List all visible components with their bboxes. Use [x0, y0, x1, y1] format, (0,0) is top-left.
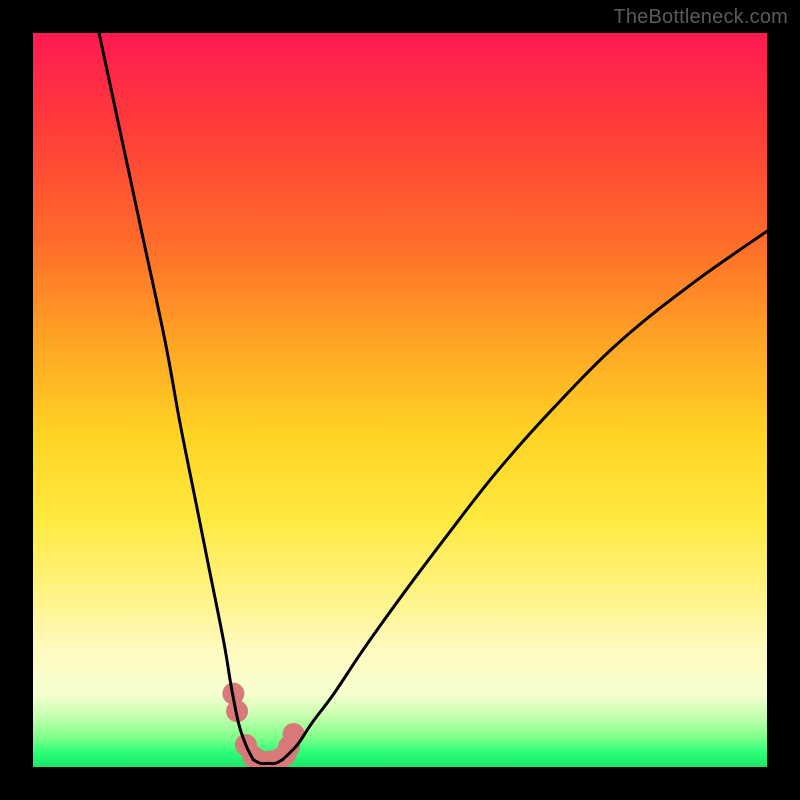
chart-svg: [33, 33, 767, 767]
plot-area: [33, 33, 767, 767]
curve-layer: [99, 33, 767, 764]
watermark-text: TheBottleneck.com: [613, 6, 788, 29]
curve-left-branch: [99, 33, 253, 760]
curve-right-branch: [283, 231, 767, 759]
outer-frame: TheBottleneck.com: [0, 0, 800, 800]
marker-layer: [222, 683, 304, 767]
